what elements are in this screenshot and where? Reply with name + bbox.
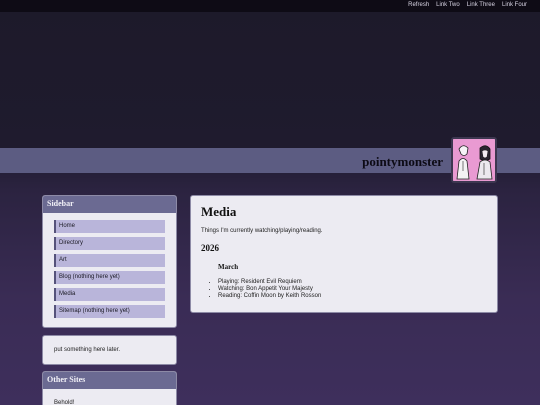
other-sites-title: Other Sites: [43, 372, 176, 389]
note-text: put something here later.: [54, 347, 121, 353]
list-item: Playing: Resident Evil Requiem: [218, 279, 487, 285]
intro-text: Things I'm currently watching/playing/re…: [201, 228, 323, 234]
month-heading: March: [218, 263, 239, 271]
top-link-two[interactable]: Link Two: [436, 2, 460, 8]
top-link-refresh[interactable]: Refresh: [408, 2, 429, 8]
top-link-three[interactable]: Link Three: [467, 2, 495, 8]
top-link-four[interactable]: Link Four: [502, 2, 527, 8]
top-bar: Refresh Link Two Link Three Link Four: [0, 0, 540, 12]
sidebar-item-media[interactable]: Media: [54, 288, 165, 301]
sidebar-nav: Home Directory Art Blog (nothing here ye…: [43, 213, 176, 318]
sidebar-item-art[interactable]: Art: [54, 254, 165, 267]
list-item: Reading: Coffin Moon by Keith Rosson: [218, 293, 487, 299]
sidebar: Sidebar Home Directory Art Blog (nothing…: [42, 195, 177, 328]
year-heading: 2026: [201, 243, 219, 253]
other-sites-box: Other Sites Behold!: [42, 371, 177, 405]
note-box: put something here later.: [42, 335, 177, 365]
list-item: Watching: Bon Appetit Your Majesty: [218, 286, 487, 292]
other-sites-text: Behold!: [54, 400, 75, 405]
page-title: Media: [201, 204, 237, 219]
avatar: [451, 137, 497, 183]
sidebar-title: Sidebar: [43, 196, 176, 213]
sidebar-item-home[interactable]: Home: [54, 220, 165, 233]
sidebar-item-sitemap[interactable]: Sitemap (nothing here yet): [54, 305, 165, 318]
media-list: Playing: Resident Evil Requiem Watching:…: [218, 279, 487, 299]
sidebar-item-blog[interactable]: Blog (nothing here yet): [54, 271, 165, 284]
site-title[interactable]: pointymonster: [362, 154, 443, 170]
main-content: Media Things I'm currently watching/play…: [190, 195, 498, 313]
sidebar-item-directory[interactable]: Directory: [54, 237, 165, 250]
top-nav: Refresh Link Two Link Three Link Four: [408, 2, 527, 8]
avatar-illustration-icon: [453, 139, 495, 181]
